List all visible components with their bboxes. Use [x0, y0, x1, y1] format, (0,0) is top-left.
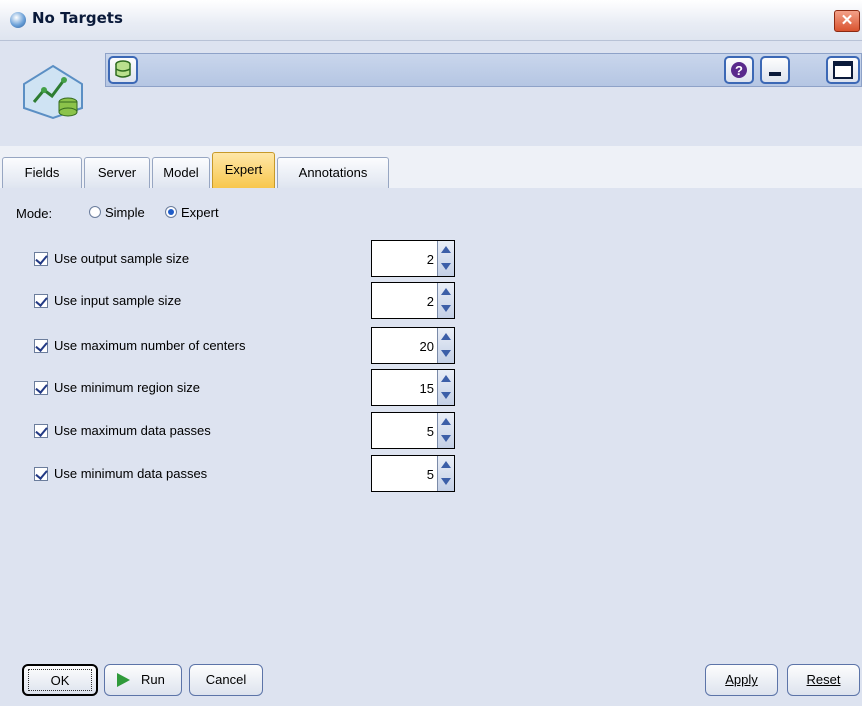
run-label[interactable]: Run [141, 665, 165, 695]
mode-simple-label[interactable]: Simple [105, 205, 145, 220]
arrow-up-icon[interactable] [441, 375, 451, 382]
model-node-icon [23, 64, 83, 120]
ok-label[interactable]: OK [28, 669, 92, 691]
mode-expert-label[interactable]: Expert [181, 205, 219, 220]
mode-expert-radio[interactable] [165, 206, 177, 218]
arrow-down-icon[interactable] [441, 305, 451, 312]
ok-button[interactable]: OK [22, 664, 98, 696]
tab-annotations[interactable]: Annotations [277, 157, 389, 188]
arrow-down-icon[interactable] [441, 392, 451, 399]
spinner-value[interactable]: 15 [420, 381, 434, 396]
option-row: Use input sample size 2 [0, 282, 480, 322]
minimize-icon [769, 72, 781, 76]
spinner-arrows[interactable] [437, 241, 454, 276]
option-label: Use maximum number of centers [54, 338, 246, 353]
option-row: Use output sample size 2 [0, 240, 480, 280]
spinner-arrows[interactable] [437, 370, 454, 405]
option-label: Use input sample size [54, 293, 182, 308]
cancel-button[interactable]: Cancel [189, 664, 263, 696]
tab-strip: Fields Server Model Expert Annotations [0, 146, 862, 189]
mode-label: Mode: [16, 206, 53, 221]
spinner-value[interactable]: 2 [427, 252, 434, 267]
arrow-up-icon[interactable] [441, 333, 451, 340]
window-title: No Targets [32, 9, 123, 27]
mode-simple-radio[interactable] [89, 206, 101, 218]
max-centers-spinner[interactable]: 20 [371, 327, 455, 364]
minimize-button[interactable] [760, 56, 790, 84]
arrow-down-icon[interactable] [441, 478, 451, 485]
reset-button[interactable]: Reset [787, 664, 860, 696]
help-icon: ? [731, 62, 747, 78]
spinner-value[interactable]: 5 [427, 467, 434, 482]
arrow-down-icon[interactable] [441, 263, 451, 270]
help-button[interactable]: ? [724, 56, 754, 84]
tab-model[interactable]: Model [152, 157, 210, 188]
svg-text:?: ? [735, 63, 743, 78]
arrow-up-icon[interactable] [441, 288, 451, 295]
option-row: Use minimum region size 15 [0, 369, 480, 409]
close-icon: ✕ [840, 12, 854, 29]
option-row: Use maximum data passes 5 [0, 412, 480, 452]
option-row: Use maximum number of centers 20 [0, 327, 480, 367]
close-button[interactable]: ✕ [834, 10, 860, 32]
tab-server[interactable]: Server [84, 157, 150, 188]
tab-fields[interactable]: Fields [2, 157, 82, 188]
max-data-passes-checkbox[interactable] [34, 424, 48, 438]
input-sample-size-spinner[interactable]: 2 [371, 282, 455, 319]
maximize-icon [833, 61, 853, 79]
min-region-size-checkbox[interactable] [34, 381, 48, 395]
min-data-passes-checkbox[interactable] [34, 467, 48, 481]
min-region-size-spinner[interactable]: 15 [371, 369, 455, 406]
apply-button[interactable]: Apply [705, 664, 778, 696]
database-button[interactable] [108, 56, 138, 84]
arrow-down-icon[interactable] [441, 435, 451, 442]
input-sample-size-checkbox[interactable] [34, 294, 48, 308]
play-icon [117, 673, 130, 687]
tab-expert[interactable]: Expert [212, 152, 275, 189]
spinner-arrows[interactable] [437, 413, 454, 448]
dialog-window: No Targets ✕ ? Fields Server Model Exper… [0, 0, 862, 706]
run-button[interactable]: Run [104, 664, 182, 696]
spinner-arrows[interactable] [437, 328, 454, 363]
database-icon [115, 60, 131, 78]
option-label: Use maximum data passes [54, 423, 211, 438]
output-sample-size-spinner[interactable]: 2 [371, 240, 455, 277]
min-data-passes-spinner[interactable]: 5 [371, 455, 455, 492]
arrow-up-icon[interactable] [441, 246, 451, 253]
arrow-up-icon[interactable] [441, 461, 451, 468]
spinner-value[interactable]: 5 [427, 424, 434, 439]
arrow-down-icon[interactable] [441, 350, 451, 357]
spinner-value[interactable]: 2 [427, 294, 434, 309]
max-centers-checkbox[interactable] [34, 339, 48, 353]
app-icon [10, 12, 26, 28]
title-bar[interactable]: No Targets ✕ [0, 0, 862, 41]
option-row: Use minimum data passes 5 [0, 455, 480, 495]
option-label: Use minimum region size [54, 380, 200, 395]
output-sample-size-checkbox[interactable] [34, 252, 48, 266]
arrow-up-icon[interactable] [441, 418, 451, 425]
spinner-value[interactable]: 20 [420, 339, 434, 354]
spinner-arrows[interactable] [437, 456, 454, 491]
maximize-button[interactable] [826, 56, 860, 84]
max-data-passes-spinner[interactable]: 5 [371, 412, 455, 449]
option-label: Use minimum data passes [54, 466, 208, 481]
option-label: Use output sample size [54, 251, 190, 266]
spinner-arrows[interactable] [437, 283, 454, 318]
